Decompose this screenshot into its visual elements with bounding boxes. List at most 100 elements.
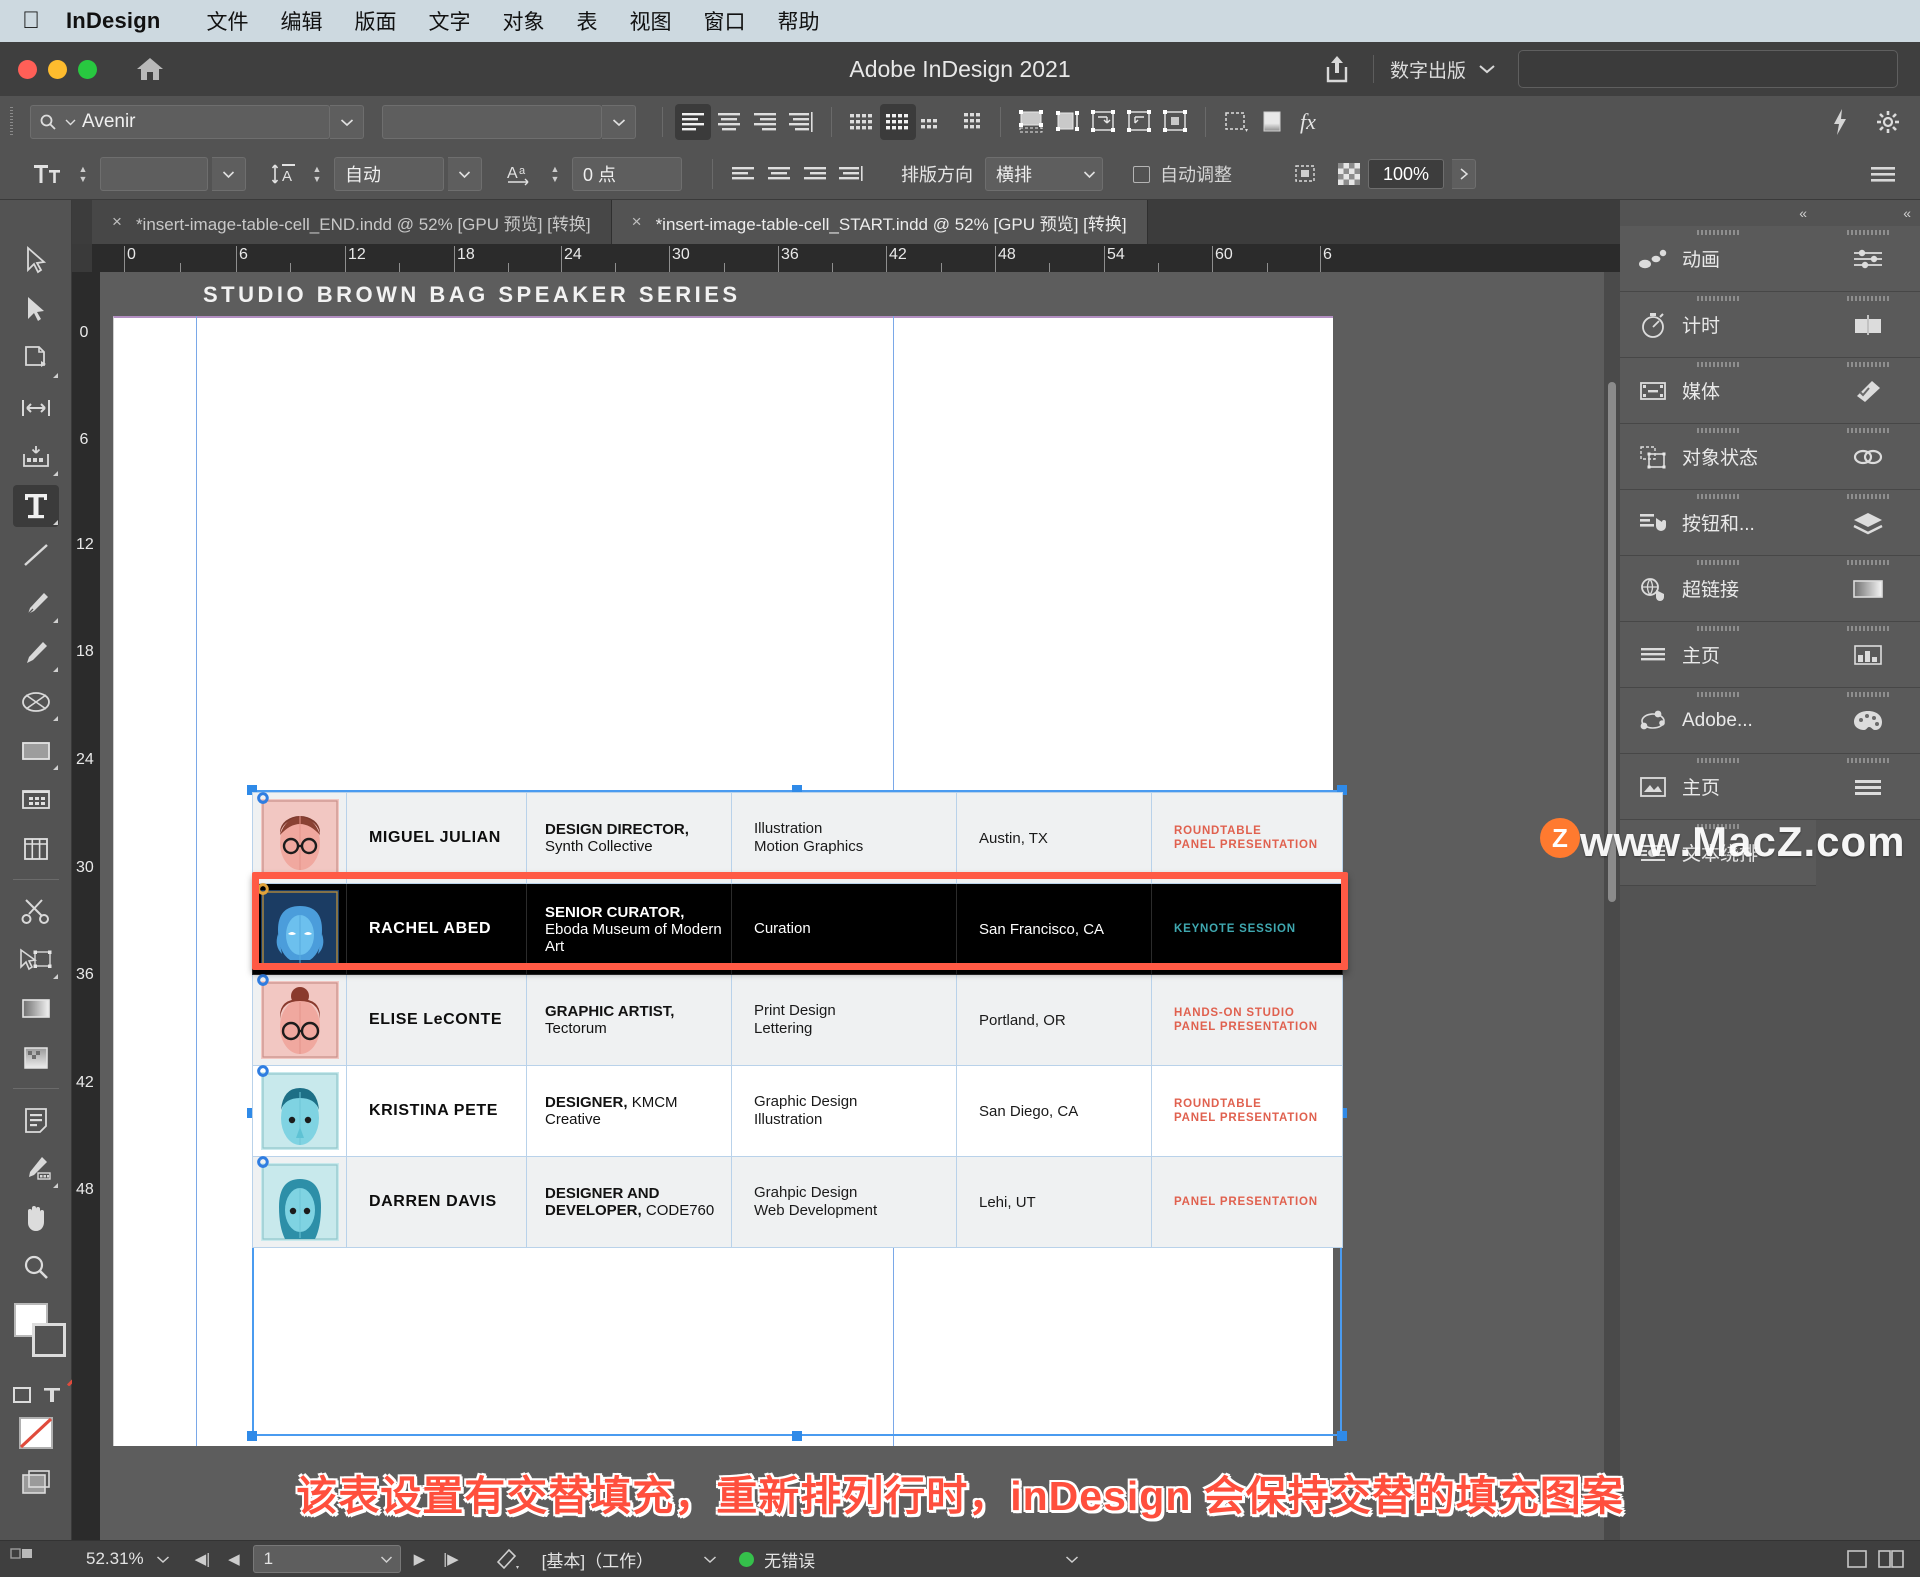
panel-item-properties[interactable]	[1816, 226, 1920, 292]
panel-item-gradient[interactable]	[1816, 556, 1920, 622]
cell-name[interactable]: KRISTINA PETE	[346, 1065, 527, 1157]
panel-item-pages[interactable]: 主页	[1620, 622, 1816, 688]
speakers-table[interactable]: MIGUEL JULIAN DESIGN DIRECTOR, Synth Col…	[252, 792, 1343, 1248]
font-size-stepper[interactable]: ▲ ▼	[74, 164, 92, 183]
first-page-button[interactable]: ◀|	[186, 1550, 219, 1568]
panel-item-text-wrap[interactable]: 文本绕排	[1620, 820, 1816, 886]
control-panel-menu-icon[interactable]	[1868, 163, 1920, 185]
cell-specialties[interactable]: Grahpic Design Web Development	[731, 1156, 957, 1248]
effects-fx-button[interactable]: fx	[1290, 104, 1326, 140]
leading-stepper[interactable]: ▲ ▼	[308, 164, 326, 183]
cell-specialties[interactable]: Illustration Motion Graphics	[731, 792, 957, 884]
pencil-tool[interactable]	[0, 628, 72, 677]
panel-item-buttons-forms[interactable]: 按钮和...	[1620, 490, 1816, 556]
canvas-vertical-scrollbar[interactable]	[1604, 272, 1620, 1540]
panel-item-layers[interactable]	[1816, 490, 1920, 556]
ellipse-frame-tool[interactable]	[0, 677, 72, 726]
cell-avatar[interactable]	[252, 1156, 347, 1248]
cell-name[interactable]: ELISE LeCONTE	[346, 974, 527, 1066]
menu-item-help[interactable]: 帮助	[762, 6, 836, 36]
pen-tool[interactable]	[0, 579, 72, 628]
collapse-chevrons-icon[interactable]: «	[1620, 200, 1816, 226]
cell-session[interactable]: HANDS-ON STUDIO PANEL PRESENTATION	[1151, 974, 1343, 1066]
note-tool[interactable]	[0, 1095, 72, 1144]
align-bottom-button[interactable]	[797, 156, 833, 192]
font-family-input[interactable]: Avenir	[30, 105, 330, 139]
span-columns-none-button[interactable]	[844, 104, 880, 140]
align-top-button[interactable]	[725, 156, 761, 192]
panel-item-libraries[interactable]	[1816, 622, 1920, 688]
app-name-menu[interactable]: InDesign	[66, 8, 161, 34]
panel-item-hyperlinks[interactable]: 超链接	[1620, 556, 1816, 622]
horizontal-ruler[interactable]: 0 6 12 18 24 30 36 42 48 54 60 6	[92, 244, 1620, 272]
align-right-button[interactable]	[747, 104, 783, 140]
font-style-input[interactable]	[382, 105, 602, 139]
tracking-stepper[interactable]: ▲ ▼	[546, 164, 564, 183]
home-icon[interactable]	[133, 55, 167, 83]
auto-fit-checkbox[interactable]	[1133, 165, 1150, 183]
font-size-dropdown-button[interactable]	[212, 157, 246, 191]
fit-content-proportionally-button[interactable]	[1085, 104, 1121, 140]
frame-fitting-dashed-button[interactable]	[1288, 156, 1324, 192]
align-center-button[interactable]	[711, 104, 747, 140]
maximize-window-button[interactable]	[78, 59, 97, 79]
vertical-ruler[interactable]: 0 6 12 18 24 30 36 42 48	[72, 272, 100, 1540]
panel-item-adobe[interactable]: Adobe...	[1620, 688, 1816, 754]
menu-item-edit[interactable]: 编辑	[265, 6, 339, 36]
writing-direction-select[interactable]: 横排	[985, 157, 1103, 191]
cell-location[interactable]: Lehi, UT	[956, 1156, 1152, 1248]
font-family-dropdown-button[interactable]	[330, 105, 364, 139]
gradient-feather-tool[interactable]	[0, 1033, 72, 1082]
page-number-input[interactable]: 1	[252, 1545, 401, 1573]
justify-button[interactable]	[783, 104, 819, 140]
selection-tool[interactable]	[0, 236, 72, 285]
fill-frame-proportionally-button[interactable]	[1121, 104, 1157, 140]
table-row[interactable]: RACHEL ABED SENIOR CURATOR, Eboda Museum…	[252, 883, 1343, 975]
justify-vertical-button[interactable]	[833, 156, 869, 192]
panel-item-color-palette[interactable]	[1816, 688, 1920, 754]
formatting-affects-container-icon[interactable]	[10, 1383, 34, 1407]
cell-session[interactable]: ROUNDTABLE PANEL PRESENTATION	[1151, 1065, 1343, 1157]
link-chain-icon[interactable]	[250, 969, 276, 991]
menu-item-table[interactable]: 表	[561, 6, 614, 36]
eyedropper-tool[interactable]	[0, 1144, 72, 1193]
close-icon[interactable]: ×	[112, 212, 122, 232]
panel-item-master-pages[interactable]: 主页	[1620, 754, 1816, 820]
hand-tool[interactable]	[0, 1193, 72, 1242]
document-tab-start[interactable]: × *insert-image-table-cell_START.indd @ …	[611, 200, 1148, 244]
gradient-swatch-tool[interactable]	[0, 984, 72, 1033]
panel-item-paragraph-styles[interactable]	[1816, 754, 1920, 820]
chevron-down-icon[interactable]	[1065, 1555, 1079, 1564]
cell-avatar[interactable]	[252, 1065, 347, 1157]
cell-specialties[interactable]: Curation	[731, 883, 957, 975]
link-chain-icon[interactable]	[250, 787, 276, 809]
close-window-button[interactable]	[18, 59, 37, 79]
cell-name[interactable]: RACHEL ABED	[346, 883, 527, 975]
apple-icon[interactable]: 	[22, 9, 40, 33]
cell-specialties[interactable]: Print Design Lettering	[731, 974, 957, 1066]
workspace-switcher-label[interactable]: 数字出版	[1390, 56, 1466, 83]
error-status[interactable]: 无错误	[739, 1547, 1079, 1572]
chevron-down-icon[interactable]	[156, 1555, 170, 1564]
cell-title[interactable]: DESIGN DIRECTOR, Synth Collective	[526, 792, 732, 884]
table-row[interactable]: MIGUEL JULIAN DESIGN DIRECTOR, Synth Col…	[252, 792, 1343, 884]
control-bar-grip[interactable]	[0, 96, 22, 148]
panel-item-object-states[interactable]: 对象状态	[1620, 424, 1816, 490]
menu-item-layout[interactable]: 版面	[339, 6, 413, 36]
quick-apply-lightning-icon[interactable]	[1830, 107, 1850, 137]
close-icon[interactable]: ×	[632, 212, 642, 232]
fit-frame-to-content-button[interactable]	[1013, 104, 1049, 140]
page-tool[interactable]	[0, 334, 72, 383]
single-page-view-icon[interactable]	[1844, 1548, 1870, 1570]
scissors-tool[interactable]	[0, 886, 72, 935]
last-page-button[interactable]: |▶	[434, 1550, 467, 1568]
panel-item-timing[interactable]: 计时	[1620, 292, 1816, 358]
cell-specialties[interactable]: Graphic Design Illustration	[731, 1065, 957, 1157]
tabs-grip[interactable]	[72, 200, 92, 244]
table-row[interactable]: KRISTINA PETE DESIGNER, KMCM Creative Gr…	[252, 1065, 1343, 1157]
panel-item-media[interactable]: 媒体	[1620, 358, 1816, 424]
minimize-window-button[interactable]	[48, 59, 67, 79]
preflight-status-icon[interactable]	[494, 1547, 520, 1571]
cell-title[interactable]: GRAPHIC ARTIST, Tectorum	[526, 974, 732, 1066]
content-collector-tool[interactable]	[0, 432, 72, 481]
